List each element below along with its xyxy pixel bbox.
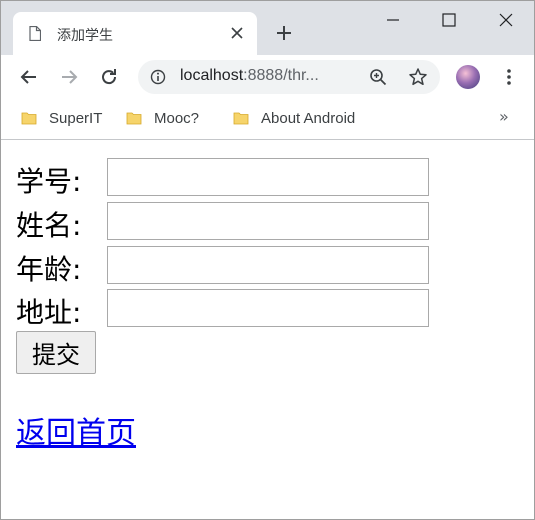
address-input[interactable] [107, 289, 429, 327]
tab-active[interactable]: 添加学生 [13, 12, 257, 55]
name-label: 姓名: [16, 209, 82, 242]
page-content: 学号: 姓名: 年龄: 地址: 提交 返回首页 [1, 140, 534, 519]
profile-avatar[interactable] [456, 65, 480, 89]
browser-toolbar: localhost:8888/thr... [1, 55, 534, 101]
bookmark-label: Mooc? [154, 110, 200, 127]
bookmark-star-icon[interactable] [408, 67, 428, 87]
url-rest: :8888/thr... [243, 67, 319, 84]
info-icon[interactable] [150, 69, 166, 85]
reload-icon[interactable] [99, 67, 119, 87]
minimize-icon[interactable] [386, 13, 400, 27]
more-menu-icon[interactable] [499, 67, 519, 87]
bookmark-about-android[interactable]: About Android [233, 107, 373, 131]
zoom-icon[interactable] [369, 68, 387, 86]
url-host: localhost [180, 67, 244, 84]
browser-window: 添加学生 localhost:8888/thr... SuperIT Mooc?… [0, 0, 535, 520]
back-arrow-icon[interactable] [19, 67, 39, 87]
close-tab-icon[interactable] [229, 25, 245, 41]
forward-arrow-icon[interactable] [59, 67, 79, 87]
folder-icon [233, 112, 249, 125]
address-label: 地址: [16, 296, 82, 329]
bookmark-superit[interactable]: SuperIT [21, 107, 111, 131]
bookmark-label: About Android [261, 110, 356, 127]
back-to-home-link[interactable]: 返回首页 [16, 408, 136, 452]
bookmark-label: SuperIT [49, 110, 103, 127]
address-bar[interactable]: localhost:8888/thr... [138, 60, 440, 94]
url-text[interactable]: localhost:8888/thr... [180, 67, 319, 85]
bookmarks-overflow-chevron[interactable]: » [499, 107, 509, 126]
maximize-icon[interactable] [442, 13, 456, 27]
bookmarks-bar: SuperIT Mooc? About Android » [1, 101, 534, 140]
new-tab-icon[interactable] [275, 24, 293, 42]
age-label: 年龄: [16, 253, 82, 286]
bookmark-mooc[interactable]: Mooc? [126, 107, 216, 131]
name-input[interactable] [107, 202, 429, 240]
tab-title: 添加学生 [57, 28, 113, 44]
folder-icon [21, 112, 37, 125]
folder-icon [126, 112, 142, 125]
title-bar: 添加学生 [1, 1, 534, 55]
page-icon [29, 26, 41, 41]
close-window-icon[interactable] [499, 13, 513, 27]
student-id-input[interactable] [107, 158, 429, 196]
submit-button[interactable]: 提交 [16, 331, 96, 374]
student-id-label: 学号: [16, 165, 82, 198]
age-input[interactable] [107, 246, 429, 284]
